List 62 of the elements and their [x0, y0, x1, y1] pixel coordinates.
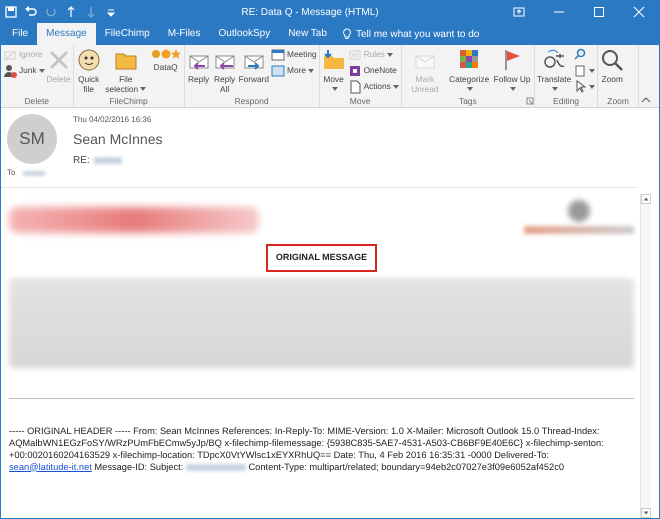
- scroll-up-icon[interactable]: [641, 194, 651, 204]
- collapse-ribbon-icon[interactable]: [641, 97, 651, 103]
- ribbon-button[interactable]: DataQ: [148, 47, 183, 73]
- original-header-text: ----- ORIGINAL HEADER ----- From: Sean McInnes References: In-Reply-To: MIME-Version: 1.0 X-Mailer: Microsoft Outlook 15.0 Thread-Index: AQMalbWN1EGzFoSY/WRzPUmFbECmw5yJp/BQ x-filechimp-filemessage: {5938C835-5AE7-4531-A503-CB6BF9E40E6C} x-filechimp-senton: +00:0020160204163529 x-filechimp-location: TDpcX0VtYWlsc1xEYXRhUQ== Date: Thu, 4 Feb 2016 16:35:31 -0000 Delivered-To: sean@latitude-it.net Message-ID: Subject: Content-Type: multipart/related; boundary=94eb2c07027e3f09e6052af452c0: [9, 424, 605, 472]
- document-icon: [348, 80, 362, 94]
- ribbon-button[interactable]: More: [270, 63, 318, 78]
- ribbon-tab[interactable]: FileChimp: [96, 23, 159, 45]
- scroll-down-icon[interactable]: [641, 508, 651, 518]
- redacted-text: [94, 157, 122, 164]
- window-icon: [271, 64, 286, 78]
- folder-arrow-icon: [322, 48, 346, 72]
- ribbon-button[interactable]: Move: [320, 47, 347, 95]
- search-icon: [573, 48, 588, 62]
- sent-date: Thu 04/02/2016 16:36: [73, 114, 152, 126]
- magnifier-icon: [600, 48, 624, 72]
- to-label: To: [7, 167, 16, 179]
- maximize-icon[interactable]: [591, 4, 607, 20]
- close-icon[interactable]: [631, 4, 647, 20]
- sender-name: Sean McInnes: [73, 130, 162, 149]
- ribbon-button[interactable]: Reply All: [212, 47, 238, 95]
- slashed-envelope-icon: [3, 48, 17, 62]
- ribbon-tab[interactable]: OutlookSpy: [210, 23, 280, 45]
- ribbon-button[interactable]: Follow Up: [491, 47, 533, 95]
- ribbon-button[interactable]: Actions: [346, 79, 400, 94]
- lightbulb-icon: [342, 28, 352, 40]
- ribbon-tab[interactable]: New Tab: [279, 23, 336, 45]
- tell-me-field[interactable]: Tell me what you want to do: [356, 26, 480, 42]
- avatar: SM: [7, 114, 57, 164]
- email-link[interactable]: sean@latitude-it.net: [9, 462, 92, 472]
- ribbon-button[interactable]: Meeting: [270, 47, 318, 62]
- subject-text: RE:: [73, 154, 90, 168]
- group-label: Delete: [23, 96, 50, 106]
- group-label: Tags: [458, 96, 478, 106]
- ribbon-tab[interactable]: File: [3, 23, 38, 45]
- group-label: Editing: [552, 96, 580, 106]
- window-title: RE: Data Q - Message (HTML): [241, 6, 379, 18]
- calendar-icon: [271, 48, 286, 62]
- redacted-text: [23, 170, 46, 176]
- ribbon-button[interactable]: Forward: [238, 47, 270, 85]
- group-label: FileChimp: [108, 96, 149, 106]
- ribbon-button[interactable]: File selection: [102, 47, 149, 95]
- person-icon: [3, 64, 17, 78]
- page-icon: [573, 64, 588, 78]
- notebook-icon: [348, 64, 362, 78]
- ribbon-button[interactable]: Reply: [186, 47, 212, 85]
- redacted-text: [186, 464, 246, 471]
- save-icon[interactable]: [3, 4, 19, 20]
- group-label: Zoom: [606, 96, 630, 106]
- original-message-heading: ORIGINAL MESSAGE: [266, 244, 378, 272]
- group-label: Respond: [234, 96, 270, 106]
- ribbon-button[interactable]: Quick file: [74, 47, 103, 95]
- ribbon-button[interactable]: OneNote: [346, 63, 400, 78]
- ribbon-tab[interactable]: M-Files: [158, 23, 210, 45]
- ribbon-tab[interactable]: Message: [37, 23, 96, 45]
- ribbon-button[interactable]: Zoom: [599, 47, 626, 85]
- dialog-launcher-icon[interactable]: [526, 97, 534, 105]
- ribbon-button[interactable]: Translate: [536, 47, 572, 95]
- group-label: Move: [348, 96, 372, 106]
- ribbon-button[interactable]: Junk: [2, 63, 46, 78]
- scrollbar[interactable]: [640, 194, 651, 518]
- monkey-face-icon: [76, 48, 101, 72]
- ribbon-button[interactable]: Categorize: [447, 47, 492, 95]
